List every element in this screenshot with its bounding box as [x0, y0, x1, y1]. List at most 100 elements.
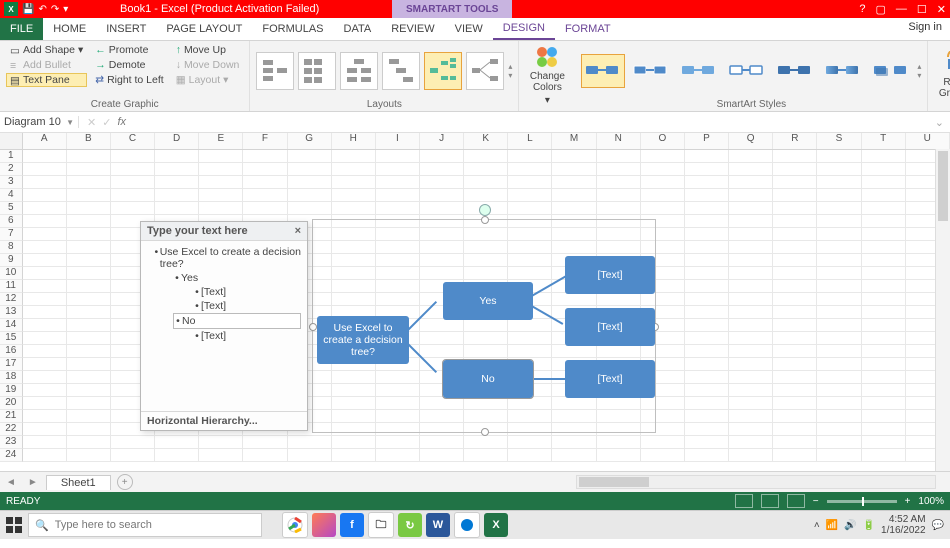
cell[interactable] [23, 202, 67, 215]
cell[interactable] [685, 228, 729, 241]
zoom-in-button[interactable]: + [905, 496, 911, 507]
cell[interactable] [773, 280, 817, 293]
cell[interactable] [817, 319, 861, 332]
row-header[interactable]: 20 [0, 397, 23, 410]
cell[interactable] [23, 397, 67, 410]
row-header[interactable]: 2 [0, 163, 23, 176]
cell[interactable] [23, 293, 67, 306]
view-page-break-button[interactable] [787, 494, 805, 508]
smartart-root-node[interactable]: Use Excel to create a decision tree? [317, 316, 409, 364]
zoom-level[interactable]: 100% [918, 496, 944, 507]
row-header[interactable]: 16 [0, 345, 23, 358]
cell[interactable] [685, 384, 729, 397]
save-icon[interactable]: 💾 [22, 4, 34, 15]
cell[interactable] [23, 449, 67, 462]
cell[interactable] [685, 449, 729, 462]
cell[interactable] [508, 202, 552, 215]
view-normal-button[interactable] [735, 494, 753, 508]
cell[interactable] [817, 397, 861, 410]
cell[interactable] [376, 150, 420, 163]
cell[interactable] [685, 150, 729, 163]
cell[interactable] [288, 163, 332, 176]
cell[interactable] [773, 306, 817, 319]
cell[interactable] [862, 332, 906, 345]
cell[interactable] [376, 176, 420, 189]
cell[interactable] [685, 332, 729, 345]
row-header[interactable]: 15 [0, 332, 23, 345]
cell[interactable] [155, 163, 199, 176]
cell[interactable] [641, 436, 685, 449]
column-header[interactable]: G [288, 133, 332, 149]
cell[interactable] [23, 267, 67, 280]
sheet-nav-next-icon[interactable]: ► [22, 477, 44, 488]
cell[interactable] [817, 306, 861, 319]
cell[interactable] [773, 371, 817, 384]
tab-home[interactable]: HOME [43, 18, 96, 40]
cell[interactable] [23, 215, 67, 228]
redo-icon[interactable]: ↷ [51, 4, 59, 15]
cell[interactable] [420, 449, 464, 462]
column-header[interactable]: E [199, 133, 243, 149]
cell[interactable] [862, 293, 906, 306]
cell[interactable] [111, 449, 155, 462]
cell[interactable] [464, 163, 508, 176]
cell[interactable] [773, 436, 817, 449]
cell[interactable] [243, 150, 287, 163]
cell[interactable] [817, 163, 861, 176]
column-header[interactable]: A [23, 133, 67, 149]
cell[interactable] [597, 202, 641, 215]
move-up-button[interactable]: ↑Move Up [172, 43, 244, 57]
cell[interactable] [155, 150, 199, 163]
task-excel-icon[interactable]: X [484, 513, 508, 537]
cell[interactable] [817, 267, 861, 280]
cell[interactable] [862, 449, 906, 462]
cell[interactable] [552, 163, 596, 176]
cancel-formula-icon[interactable]: ✕ [87, 116, 96, 129]
cell[interactable] [685, 358, 729, 371]
cell[interactable] [729, 449, 773, 462]
cell[interactable] [773, 241, 817, 254]
tray-notifications-icon[interactable]: 💬 [932, 520, 944, 531]
cell[interactable] [288, 436, 332, 449]
cell[interactable] [111, 176, 155, 189]
cell[interactable] [199, 202, 243, 215]
cell[interactable] [773, 202, 817, 215]
row-header[interactable]: 1 [0, 150, 23, 163]
cell[interactable] [773, 410, 817, 423]
cell[interactable] [67, 345, 111, 358]
row-header[interactable]: 12 [0, 293, 23, 306]
cell[interactable] [288, 176, 332, 189]
layout-option-5-selected[interactable] [424, 52, 462, 90]
qat-customize-icon[interactable]: ▾ [63, 4, 68, 15]
cell[interactable] [23, 345, 67, 358]
cell[interactable] [817, 189, 861, 202]
cell[interactable] [199, 189, 243, 202]
cell[interactable] [420, 150, 464, 163]
add-bullet-button[interactable]: ≡Add Bullet [6, 58, 87, 72]
cell[interactable] [773, 397, 817, 410]
cell[interactable] [464, 150, 508, 163]
taskbar-clock[interactable]: 4:52 AM1/16/2022 [881, 514, 926, 536]
cell[interactable] [773, 449, 817, 462]
cell[interactable] [67, 163, 111, 176]
cell[interactable] [243, 202, 287, 215]
cell[interactable] [288, 449, 332, 462]
cell[interactable] [729, 358, 773, 371]
cell[interactable] [685, 371, 729, 384]
resize-handle[interactable] [309, 323, 317, 331]
column-header[interactable]: U [906, 133, 950, 149]
layout-button[interactable]: ▦Layout ▾ [172, 73, 244, 87]
cell[interactable] [155, 202, 199, 215]
zoom-out-button[interactable]: − [813, 496, 819, 507]
text-pane-item[interactable]: •[Text] [193, 329, 301, 343]
cell[interactable] [862, 384, 906, 397]
sign-in-link[interactable]: Sign in [908, 21, 942, 33]
row-header[interactable]: 11 [0, 280, 23, 293]
cell[interactable] [862, 345, 906, 358]
cell[interactable] [67, 449, 111, 462]
cell[interactable] [597, 163, 641, 176]
cell[interactable] [817, 293, 861, 306]
layout-option-4[interactable] [382, 52, 420, 90]
cell[interactable] [67, 189, 111, 202]
cell[interactable] [729, 163, 773, 176]
